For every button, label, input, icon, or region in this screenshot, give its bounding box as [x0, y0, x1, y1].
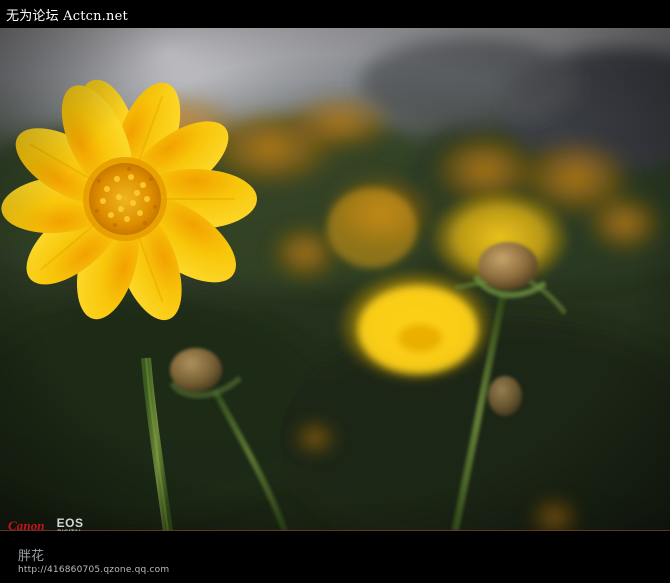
- photo-caption-title: 胖花: [18, 549, 45, 564]
- top-banner: 无为论坛 Actcn.net: [0, 0, 670, 28]
- flower-photo: [0, 28, 670, 531]
- photo-frame: [0, 28, 670, 531]
- photo-caption-url: http://416860705.qzone.qq.com: [18, 565, 170, 575]
- bottom-caption-bar: [0, 531, 670, 583]
- site-title: 无为论坛 Actcn.net: [6, 8, 128, 24]
